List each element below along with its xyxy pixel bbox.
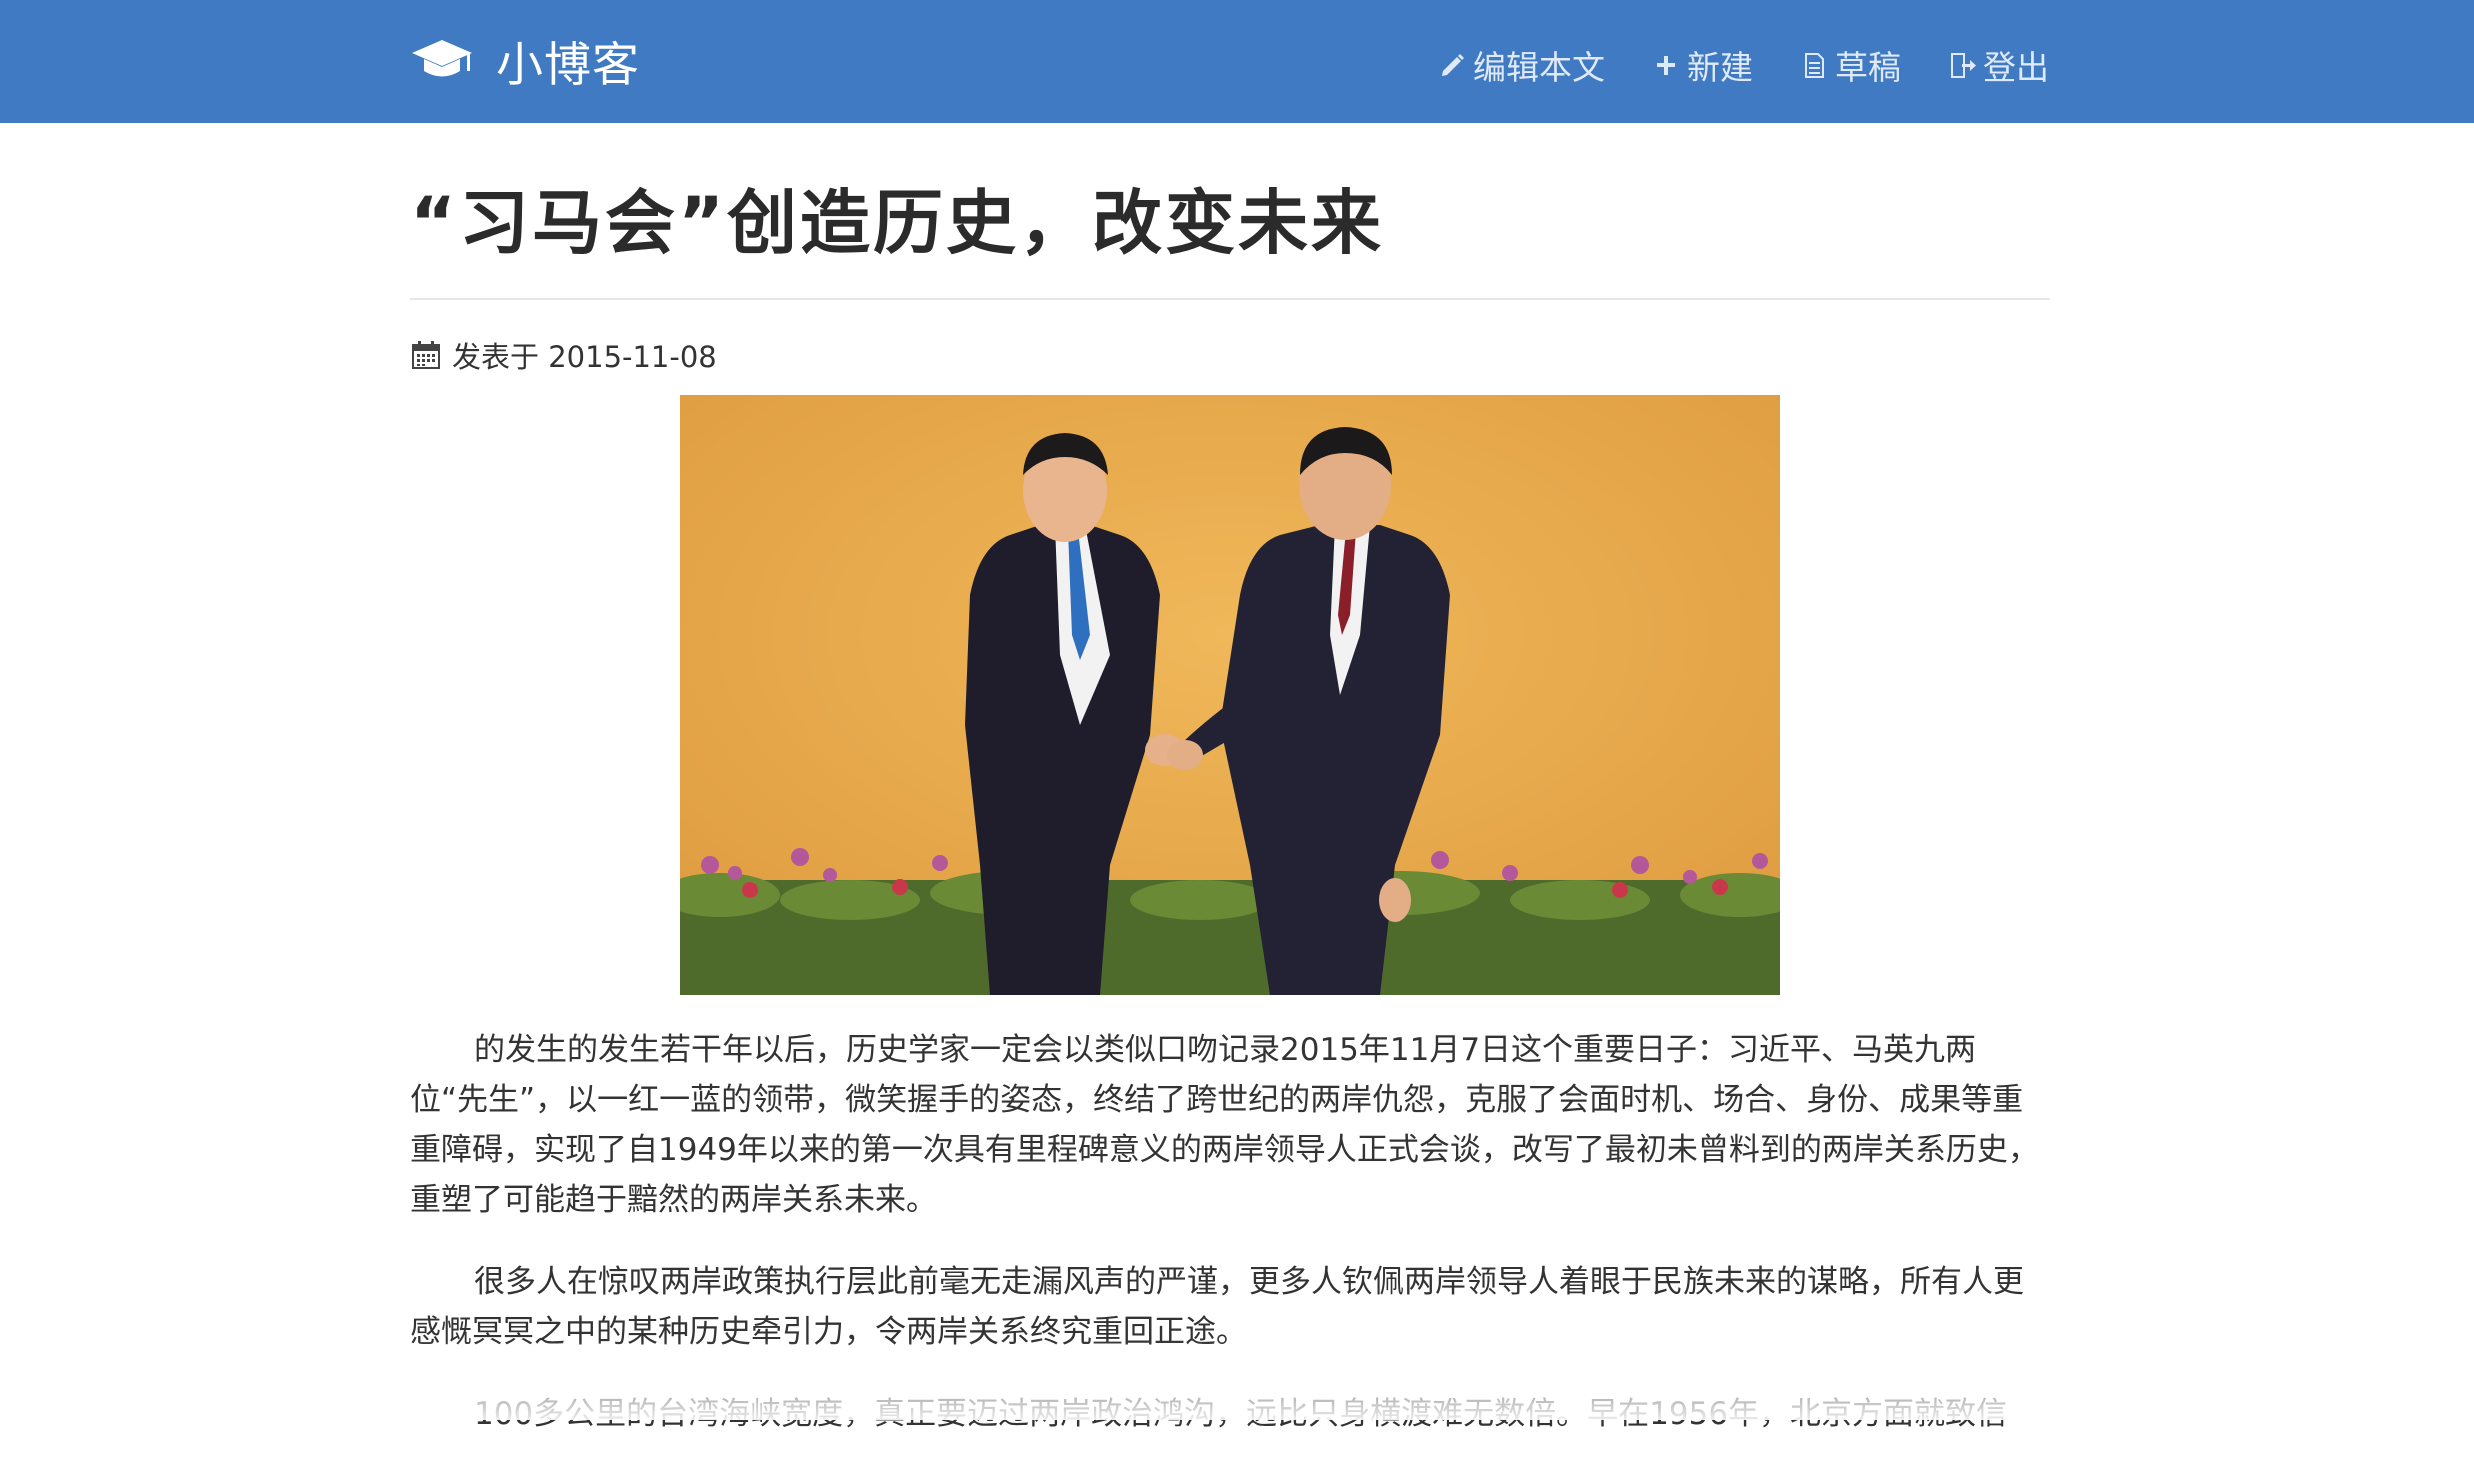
plus-icon (1651, 50, 1681, 80)
post-meta: 发表于 2015-11-08 (410, 335, 2050, 375)
post-title: “习马会”创造历史，改变未来 (410, 123, 2050, 273)
drafts-link[interactable]: 草稿 (1799, 41, 1901, 89)
logout-icon (1947, 50, 1977, 80)
brand-link[interactable]: 小博客 (410, 28, 640, 92)
post-date: 发表于 2015-11-08 (452, 334, 717, 376)
edit-post-link[interactable]: 编辑本文 (1437, 41, 1605, 89)
new-post-label: 新建 (1687, 41, 1753, 89)
edit-post-label: 编辑本文 (1473, 41, 1605, 89)
logout-link[interactable]: 登出 (1947, 41, 2049, 89)
handshake-photo (680, 395, 1780, 995)
nav-menu: 编辑本文 新建 草稿 登出 (1437, 40, 2049, 90)
post-image (680, 395, 1780, 995)
drafts-label: 草稿 (1835, 41, 1901, 89)
pencil-icon (1437, 50, 1467, 80)
post-container: “习马会”创造历史，改变未来 发表于 2015-11-08 (410, 123, 2050, 375)
logout-label: 登出 (1983, 41, 2049, 89)
graduation-cap-icon (410, 36, 474, 84)
document-icon (1799, 50, 1829, 80)
bottom-fade-overlay (0, 1340, 2474, 1420)
brand-name: 小博客 (496, 26, 640, 95)
new-post-link[interactable]: 新建 (1651, 41, 1753, 89)
post-paragraph: 的发生的发生若干年以后，历史学家一定会以类似口吻记录2015年11月7日这个重要… (410, 1025, 2050, 1225)
top-navbar: 小博客 编辑本文 新建 草稿 (0, 0, 2474, 123)
title-divider (410, 298, 2050, 300)
calendar-icon (410, 339, 442, 371)
